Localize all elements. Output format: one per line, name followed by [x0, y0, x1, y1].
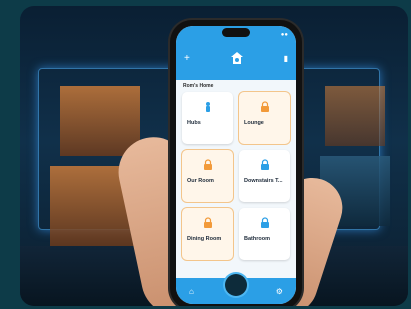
lit-room: [325, 86, 385, 146]
smartphone: ●● + ▮ Rom's Home Hubs Lounge Our Room D…: [170, 20, 302, 306]
room-name: Hubs: [187, 120, 201, 126]
center-action-button[interactable]: [225, 274, 247, 296]
lock-icon: [260, 101, 269, 112]
header-icons: + ▮: [184, 51, 288, 65]
add-icon[interactable]: +: [184, 53, 190, 64]
lock-icon: [203, 159, 212, 170]
home-logo-icon: [230, 52, 243, 64]
time-placeholder: [184, 32, 186, 38]
room-tile-bathroom[interactable]: Bathroom: [239, 208, 290, 260]
photo-frame: ●● + ▮ Rom's Home Hubs Lounge Our Room D…: [0, 0, 411, 309]
signal-icons: ●●: [280, 32, 288, 38]
room-tile-dining[interactable]: Dining Room: [182, 208, 233, 260]
section-title: Rom's Home: [183, 83, 214, 89]
room-name: Bathroom: [244, 236, 270, 242]
room-tile-hubs[interactable]: Hubs: [182, 92, 233, 144]
phone-screen: ●● + ▮ Rom's Home Hubs Lounge Our Room D…: [176, 26, 296, 304]
settings-tab-icon[interactable]: ⚙: [276, 287, 283, 296]
room-name: Our Room: [187, 178, 214, 184]
lit-room: [60, 86, 140, 156]
lock-icon: [203, 217, 212, 228]
home-tab-icon[interactable]: ⌂: [189, 287, 194, 296]
menu-icon[interactable]: ▮: [284, 54, 288, 63]
dynamic-island: [222, 28, 250, 37]
lock-icon: [260, 159, 269, 170]
hub-icon: [205, 102, 210, 112]
room-name: Dining Room: [187, 236, 222, 242]
room-name: Lounge: [244, 120, 264, 126]
rooms-grid: Hubs Lounge Our Room Downstairs T... Din…: [182, 92, 290, 260]
room-tile-our-room[interactable]: Our Room: [182, 150, 233, 202]
room-name: Downstairs T...: [244, 178, 283, 184]
room-tile-downstairs[interactable]: Downstairs T...: [239, 150, 290, 202]
room-tile-lounge[interactable]: Lounge: [239, 92, 290, 144]
smart-home-scene: ●● + ▮ Rom's Home Hubs Lounge Our Room D…: [20, 6, 408, 306]
app-header: ●● + ▮: [176, 26, 296, 80]
lock-icon: [260, 217, 269, 228]
